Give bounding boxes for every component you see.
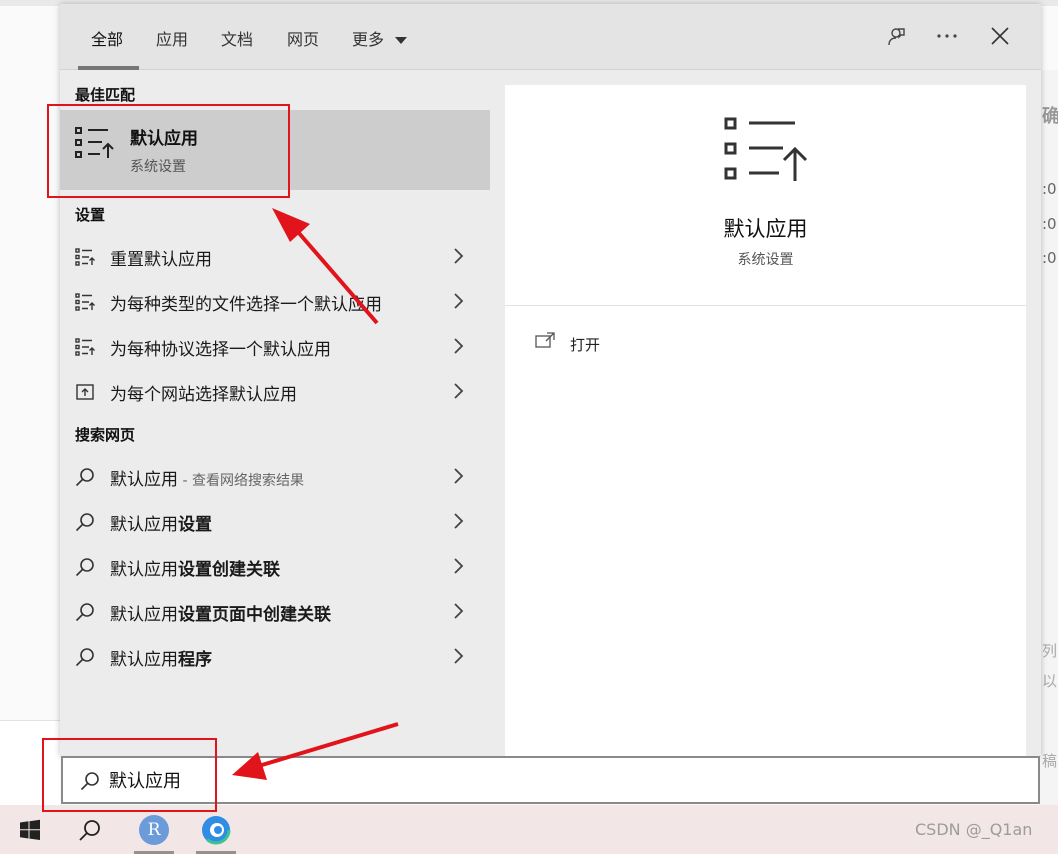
edge-browser-icon (201, 815, 231, 844)
taskbar-app-edge[interactable] (192, 805, 240, 854)
search-input[interactable] (109, 764, 1009, 796)
web-result-item[interactable]: 默认应用 - 查看网络搜索结果 (60, 454, 490, 499)
r-app-icon: R (139, 814, 169, 845)
chevron-right-icon (454, 558, 464, 574)
web-result-text: 默认应用 (110, 605, 178, 625)
background-edge-text: 稿 (1042, 752, 1058, 770)
web-result-item[interactable]: 默认应用程序 (60, 634, 490, 679)
feedback-icon[interactable] (882, 22, 910, 50)
search-icon (75, 513, 94, 532)
start-button[interactable] (6, 805, 54, 854)
chevron-right-icon (454, 603, 464, 619)
background-edge-text: :0 (1042, 180, 1057, 198)
web-result-text: 默认应用 (110, 515, 178, 535)
taskbar-search-button[interactable] (66, 805, 114, 854)
section-best-match: 最佳匹配 (75, 86, 136, 104)
web-result-label: 默认应用设置 (110, 510, 212, 535)
web-result-text: 默认应用 (110, 470, 178, 490)
open-action[interactable]: 打开 (533, 327, 733, 357)
tab-web[interactable]: 网页 (287, 26, 319, 50)
background-edge-text: 列 (1042, 642, 1058, 660)
web-result-item[interactable]: 默认应用设置创建关联 (60, 544, 490, 589)
filter-tab-bar: 全部 应用 文档 网页 更多 (60, 4, 1041, 70)
chevron-right-icon (454, 248, 464, 264)
tab-more-label: 更多 (352, 30, 385, 49)
default-apps-icon (75, 248, 95, 266)
web-result-emphasis: 程序 (178, 650, 212, 670)
settings-result-label: 为每个网站选择默认应用 (110, 385, 297, 405)
search-icon (75, 648, 94, 667)
chevron-right-icon (454, 293, 464, 309)
taskbar: R (0, 805, 1058, 854)
search-icon (79, 819, 100, 841)
close-icon[interactable] (986, 22, 1014, 50)
open-icon (535, 332, 555, 348)
tab-all[interactable]: 全部 (91, 26, 123, 50)
settings-result-item[interactable]: 为每个网站选择默认应用 (60, 369, 490, 414)
settings-result-item[interactable]: 为每种协议选择一个默认应用 (60, 324, 490, 369)
annotation-box-best-match (47, 104, 290, 198)
preview-subtitle: 系统设置 (737, 252, 794, 268)
chevron-right-icon (454, 338, 464, 354)
tab-apps[interactable]: 应用 (156, 26, 188, 50)
web-result-item[interactable]: 默认应用设置页面中创建关联 (60, 589, 490, 634)
settings-result-label: 为每种类型的文件选择一个默认应用 (110, 295, 382, 315)
web-result-hint: - 查看网络搜索结果 (178, 473, 304, 489)
preview-title: 默认应用 (723, 217, 808, 241)
search-icon (75, 603, 94, 622)
search-icon (75, 468, 94, 487)
chevron-right-icon (454, 648, 464, 664)
taskbar-app-r[interactable]: R (130, 805, 178, 854)
web-result-item[interactable]: 默认应用设置 (60, 499, 490, 544)
more-options-icon[interactable] (933, 22, 961, 50)
web-result-emphasis: 设置 (178, 515, 212, 535)
settings-result-label: 重置默认应用 (110, 250, 212, 270)
settings-result-item[interactable]: 重置默认应用 (60, 234, 490, 279)
caret-down-icon (395, 36, 408, 44)
tab-documents[interactable]: 文档 (221, 26, 253, 50)
chevron-right-icon (454, 383, 464, 399)
web-result-text: 默认应用 (110, 650, 178, 670)
section-web-search: 搜索网页 (75, 426, 136, 444)
open-label: 打开 (570, 336, 601, 354)
preview-divider (505, 305, 1026, 306)
background-edge-text: :0 (1042, 249, 1057, 267)
annotation-box-search (42, 738, 217, 812)
preview-pane: 默认应用 系统设置 打开 (505, 85, 1026, 756)
section-settings: 设置 (75, 206, 106, 224)
website-icon (76, 384, 94, 400)
default-apps-icon (75, 293, 95, 311)
settings-result-label: 为每种协议选择一个默认应用 (110, 340, 331, 360)
chevron-right-icon (454, 468, 464, 484)
windows-logo-icon (20, 819, 40, 840)
default-apps-icon (724, 117, 808, 181)
background-edge-text: :0 (1042, 215, 1057, 233)
settings-result-item[interactable]: 为每种类型的文件选择一个默认应用 (60, 279, 490, 324)
search-icon (75, 558, 94, 577)
tab-more[interactable]: 更多 (352, 26, 408, 50)
web-result-label: 默认应用设置页面中创建关联 (110, 600, 331, 625)
web-result-label: 默认应用程序 (110, 645, 212, 670)
chevron-right-icon (454, 513, 464, 529)
web-result-emphasis: 设置创建关联 (178, 560, 280, 580)
watermark: CSDN @_Q1an (915, 820, 1033, 839)
web-result-label: 默认应用设置创建关联 (110, 555, 280, 580)
background-edge-text: 以 (1042, 672, 1058, 690)
default-apps-icon (75, 338, 95, 356)
web-result-emphasis: 设置页面中创建关联 (178, 605, 331, 625)
web-result-text: 默认应用 (110, 560, 178, 580)
background-edge-text: 确 (1042, 106, 1058, 127)
web-result-label: 默认应用 - 查看网络搜索结果 (110, 465, 304, 490)
